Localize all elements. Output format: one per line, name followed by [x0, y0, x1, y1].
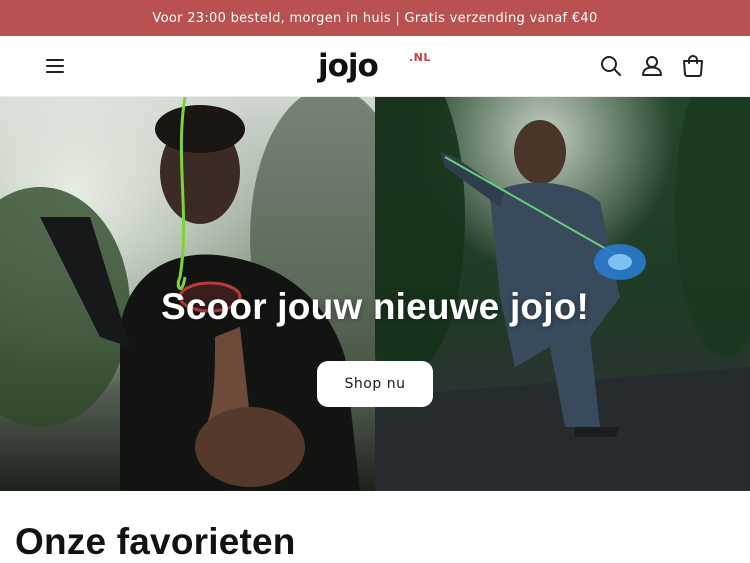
search-icon[interactable] — [598, 53, 624, 79]
announcement-bar: Voor 23:00 besteld, morgen in huis | Gra… — [0, 0, 750, 36]
hamburger-menu-icon[interactable] — [42, 54, 68, 78]
announcement-text: Voor 23:00 besteld, morgen in huis | Gra… — [152, 10, 598, 26]
shop-now-button[interactable]: Shop nu — [317, 361, 433, 407]
cart-icon[interactable] — [680, 53, 706, 79]
site-logo[interactable]: jojo .NL — [318, 46, 438, 86]
hero-heading: Scoor jouw nieuwe jojo! — [160, 286, 590, 327]
hero-banner: Scoor jouw nieuwe jojo! Shop nu — [0, 97, 750, 491]
site-header: jojo .NL — [0, 36, 750, 97]
logo-wordmark: jojo — [318, 48, 379, 84]
logo-suffix: .NL — [409, 51, 431, 64]
section-title-favorites: Onze favorieten — [15, 521, 296, 562]
account-icon[interactable] — [639, 53, 665, 79]
